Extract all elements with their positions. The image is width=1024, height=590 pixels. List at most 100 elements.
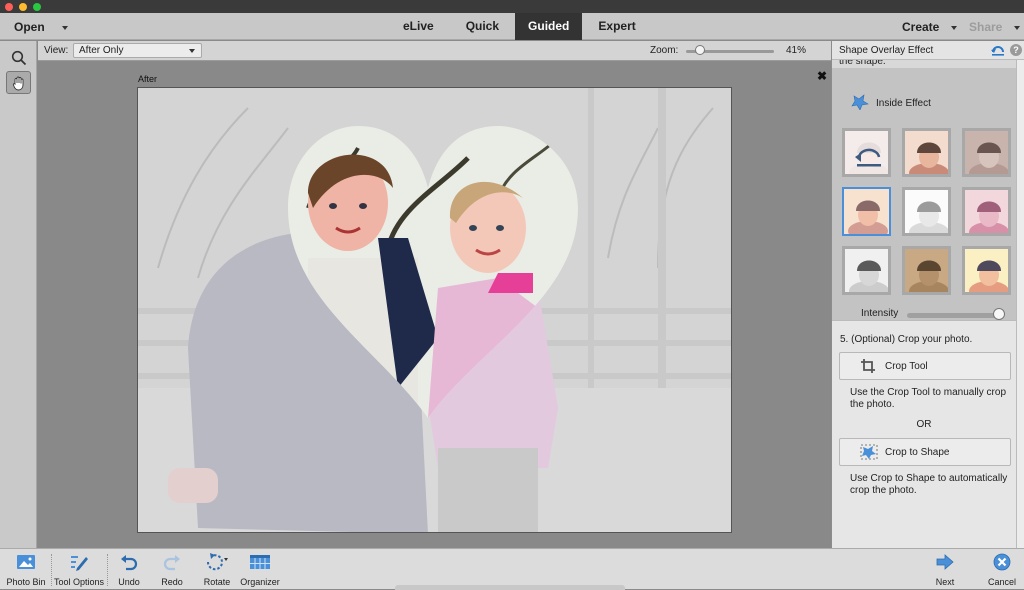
next-arrow-icon (936, 554, 954, 570)
organizer-icon (250, 555, 270, 569)
redo-button[interactable]: Redo (155, 549, 189, 590)
cancel-icon (993, 553, 1011, 571)
intensity-slider-track[interactable] (907, 313, 1003, 318)
window-zoom-button[interactable] (33, 3, 41, 11)
panel-scrollbar[interactable] (1016, 60, 1024, 548)
view-label: View: (44, 45, 69, 56)
help-icon[interactable]: ? (1010, 44, 1022, 56)
open-menu[interactable]: Open (14, 20, 69, 34)
instruction-text-cutoff: the shape. (839, 60, 886, 67)
effect-thumbnail-vignette-sepia[interactable] (962, 128, 1011, 177)
crop-icon (861, 359, 875, 373)
undo-button[interactable]: Undo (112, 549, 146, 590)
effect-preview-image (905, 249, 948, 292)
open-label: Open (14, 20, 45, 34)
next-button[interactable]: Next (928, 549, 962, 590)
canvas-area: After ✖ (38, 62, 831, 548)
photo-bin-icon (17, 555, 35, 569)
bottom-taskbar: Photo Bin Tool Options Undo Redo Rotate … (0, 548, 1024, 590)
panel-title: Shape Overlay Effect (839, 45, 934, 56)
tab-quick[interactable]: Quick (450, 13, 515, 40)
crop-to-shape-icon (860, 444, 878, 460)
zoom-label: Zoom: (650, 45, 679, 56)
crop-section: 5. (Optional) Crop your photo. Crop Tool… (832, 320, 1016, 548)
view-options-bar: View: After Only Zoom: 41% (38, 41, 831, 61)
share-label: Share (969, 20, 1003, 34)
effect-thumbnail-sketch[interactable] (902, 187, 951, 236)
crop-to-shape-description: Use Crop to Shape to automatically crop … (850, 473, 1008, 496)
reset-icon[interactable] (991, 44, 1005, 56)
crop-to-shape-label: Crop to Shape (885, 447, 950, 458)
photo-bin-tray-handle (395, 585, 625, 590)
effect-thumbnail-black-white[interactable] (842, 246, 891, 295)
photo-bin-label: Photo Bin (6, 577, 46, 587)
window-close-button[interactable] (5, 3, 13, 11)
tab-guided[interactable]: Guided (515, 13, 583, 40)
redo-label: Redo (161, 577, 183, 587)
rotate-icon (206, 553, 228, 571)
close-icon[interactable]: ✖ (817, 69, 827, 83)
panel-header: Shape Overlay Effect ? (832, 41, 1024, 60)
title-bar (0, 0, 1024, 13)
share-menu[interactable]: Share (969, 20, 1020, 34)
tab-expert[interactable]: Expert (582, 13, 651, 40)
effect-thumbnail-warm[interactable] (902, 128, 951, 177)
toolbox (0, 41, 37, 548)
photo-bin-button[interactable]: Photo Bin (4, 549, 48, 590)
redo-icon (163, 555, 180, 571)
intensity-slider-handle[interactable] (993, 308, 1005, 320)
zoom-slider-handle[interactable] (695, 45, 705, 55)
create-label: Create (902, 20, 940, 34)
crop-tool-label: Crop Tool (885, 361, 928, 372)
effect-preview-image (965, 190, 1008, 233)
organizer-button[interactable]: Organizer (238, 549, 282, 590)
next-label: Next (935, 577, 955, 587)
hand-tool-button[interactable] (6, 71, 31, 94)
effect-preview-image (845, 131, 888, 174)
tool-options-button[interactable]: Tool Options (52, 549, 106, 590)
chevron-down-icon (189, 49, 195, 53)
mode-bar: Open eLive Quick Guided Expert Create Sh… (0, 13, 1024, 40)
window-minimize-button[interactable] (19, 3, 27, 11)
or-label: OR (916, 419, 932, 430)
effect-thumbnail-pink[interactable] (962, 187, 1011, 236)
photo-canvas[interactable] (137, 87, 732, 533)
chevron-down-icon (62, 25, 69, 30)
crop-tool-description: Use the Crop Tool to manually crop the p… (850, 387, 1007, 410)
cancel-label: Cancel (987, 577, 1016, 587)
effect-thumbnail-sepia-grain[interactable] (902, 246, 951, 295)
tab-elive[interactable]: eLive (387, 13, 450, 40)
crop-tool-button[interactable]: Crop Tool (839, 352, 1011, 380)
zoom-value: 41% (786, 45, 807, 56)
mode-tabs: eLive Quick Guided Expert (387, 13, 652, 40)
panel-scroll-area: the shape. Inside Effect Intensity 5. (O… (832, 60, 1016, 548)
guided-panel: Shape Overlay Effect ? the shape. Inside… (831, 41, 1024, 548)
photo-image (138, 88, 731, 532)
effect-preview-image (905, 131, 948, 174)
effect-preview-image (844, 189, 889, 234)
inside-effect-label: Inside Effect (876, 98, 931, 109)
effect-thumbnail-yellow-vivid[interactable] (962, 246, 1011, 295)
magnifier-icon (11, 50, 26, 65)
intensity-label: Intensity (861, 308, 899, 319)
hand-icon (12, 76, 23, 90)
cancel-button[interactable]: Cancel (984, 549, 1020, 590)
shape-star-icon (851, 94, 869, 110)
view-select[interactable]: After Only (73, 43, 202, 58)
zoom-tool-button[interactable] (6, 46, 31, 69)
effect-preview-image (965, 249, 1008, 292)
effect-thumbnail-none[interactable] (842, 128, 891, 177)
create-menu[interactable]: Create (902, 20, 957, 34)
crop-to-shape-button[interactable]: Crop to Shape (839, 438, 1011, 466)
undo-icon (121, 555, 138, 571)
inside-effect-section: Inside Effect Intensity (832, 68, 1016, 320)
step5-label: 5. (Optional) Crop your photo. (840, 334, 973, 345)
effect-preview-image (905, 190, 948, 233)
rotate-label: Rotate (203, 577, 231, 587)
undo-label: Undo (118, 577, 140, 587)
divider (107, 554, 108, 586)
effect-preview-image (845, 249, 888, 292)
effect-thumbnail-soft-warm[interactable] (842, 187, 891, 236)
organizer-label: Organizer (240, 577, 280, 587)
rotate-button[interactable]: Rotate (198, 549, 236, 590)
